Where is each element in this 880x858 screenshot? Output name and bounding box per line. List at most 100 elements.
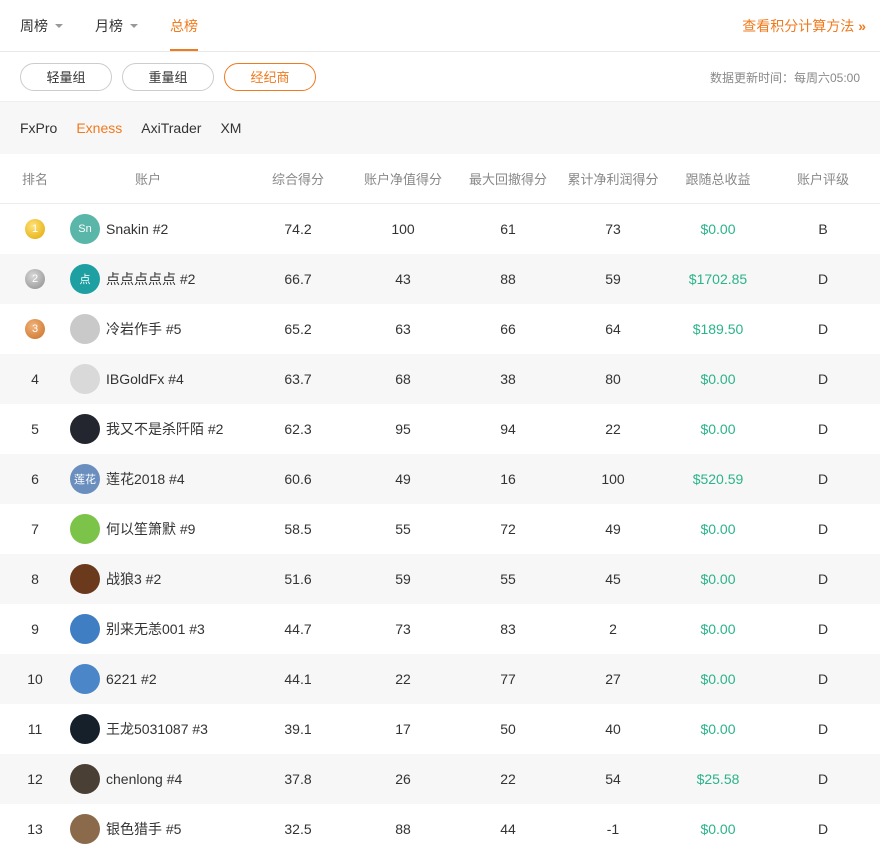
account-cell[interactable]: 点点点点点点 #2 <box>70 264 250 294</box>
grade-cell: D <box>817 721 829 737</box>
broker-exness[interactable]: Exness <box>76 120 122 136</box>
grade-cell: D <box>817 671 829 687</box>
account-cell[interactable]: Sn Snakin #2 <box>70 214 250 244</box>
table-row[interactable]: 4 IBGoldFx #4 63.7 68 38 80 $0.00 D <box>0 354 880 404</box>
group-heavy-button[interactable]: 重量组 <box>122 62 214 91</box>
grade-cell: D <box>817 571 829 587</box>
account-name[interactable]: 我又不是杀阡陌 #2 <box>106 419 223 439</box>
tab-overall-label: 总榜 <box>170 17 198 34</box>
avatar[interactable] <box>70 314 100 344</box>
account-cell[interactable]: 银色猎手 #5 <box>70 814 250 844</box>
drawdown-score-cell: 61 <box>500 221 516 237</box>
broker-xm[interactable]: XM <box>220 120 241 136</box>
avatar[interactable] <box>70 514 100 544</box>
drawdown-score-cell: 66 <box>500 321 516 337</box>
follow-profit-cell: $1702.85 <box>688 271 748 287</box>
grade-cell: B <box>818 221 828 237</box>
header-score: 综合得分 <box>271 172 324 187</box>
ranking-table: 排名 账户 综合得分 账户净值得分 最大回撤得分 累计净利润得分 跟随总收益 账… <box>0 154 880 854</box>
avatar[interactable]: 点 <box>70 264 100 294</box>
table-row[interactable]: 8 战狼3 #2 51.6 59 55 45 $0.00 D <box>0 554 880 604</box>
table-row[interactable]: 5 我又不是杀阡陌 #2 62.3 95 94 22 $0.00 D <box>0 404 880 454</box>
caret-down-icon <box>55 24 63 28</box>
tab-weekly[interactable]: 周榜 <box>20 0 63 51</box>
account-name[interactable]: chenlong #4 <box>106 771 182 787</box>
rank-cell: 4 <box>31 371 39 387</box>
account-cell[interactable]: 别来无恙001 #3 <box>70 614 250 644</box>
table-row[interactable]: 13 银色猎手 #5 32.5 88 44 -1 $0.00 D <box>0 804 880 854</box>
account-cell[interactable]: chenlong #4 <box>70 764 250 794</box>
score-cell: 63.7 <box>284 371 312 387</box>
drawdown-score-cell: 77 <box>500 671 516 687</box>
group-broker-button[interactable]: 经纪商 <box>224 62 316 91</box>
equity-score-cell: 88 <box>395 821 411 837</box>
avatar[interactable] <box>70 564 100 594</box>
profit-score-cell: 80 <box>605 371 621 387</box>
equity-score-cell: 68 <box>395 371 411 387</box>
avatar[interactable] <box>70 414 100 444</box>
account-cell[interactable]: 何以笙箫默 #9 <box>70 514 250 544</box>
avatar[interactable] <box>70 814 100 844</box>
broker-axitrader[interactable]: AxiTrader <box>141 120 201 136</box>
header-rank: 排名 <box>21 172 48 187</box>
grade-cell: D <box>817 271 829 287</box>
account-name[interactable]: Snakin #2 <box>106 221 168 237</box>
gold-medal-icon: 1 <box>25 219 45 239</box>
avatar[interactable]: 莲花 <box>70 464 100 494</box>
account-name[interactable]: 何以笙箫默 #9 <box>106 519 195 539</box>
account-cell[interactable]: IBGoldFx #4 <box>70 364 250 394</box>
table-row[interactable]: 7 何以笙箫默 #9 58.5 55 72 49 $0.00 D <box>0 504 880 554</box>
double-chevron-right-icon: » <box>858 18 866 34</box>
account-name[interactable]: 别来无恙001 #3 <box>106 619 205 639</box>
avatar[interactable] <box>70 764 100 794</box>
table-row[interactable]: 6 莲花 莲花2018 #4 60.6 49 16 100 $520.59 D <box>0 454 880 504</box>
account-name[interactable]: 王龙5031087 #3 <box>106 719 208 739</box>
profit-score-cell: 2 <box>609 621 617 637</box>
profit-score-cell: 27 <box>605 671 621 687</box>
account-cell[interactable]: 我又不是杀阡陌 #2 <box>70 414 250 444</box>
account-name[interactable]: 冷岩作手 #5 <box>106 319 181 339</box>
avatar[interactable] <box>70 714 100 744</box>
account-name[interactable]: 点点点点点 #2 <box>106 269 195 289</box>
account-name[interactable]: 银色猎手 #5 <box>106 819 181 839</box>
group-light-button[interactable]: 轻量组 <box>20 62 112 91</box>
account-cell[interactable]: 6221 #2 <box>70 664 250 694</box>
account-cell[interactable]: 冷岩作手 #5 <box>70 314 250 344</box>
table-row[interactable]: 9 别来无恙001 #3 44.7 73 83 2 $0.00 D <box>0 604 880 654</box>
table-row[interactable]: 2 点点点点点点 #2 66.7 43 88 59 $1702.85 D <box>0 254 880 304</box>
score-cell: 66.7 <box>284 271 312 287</box>
follow-profit-cell: $0.00 <box>700 221 736 237</box>
tab-monthly[interactable]: 月榜 <box>95 0 138 51</box>
account-name[interactable]: 6221 #2 <box>106 671 157 687</box>
avatar[interactable] <box>70 664 100 694</box>
grade-cell: D <box>817 821 829 837</box>
table-row[interactable]: 10 6221 #2 44.1 22 77 27 $0.00 D <box>0 654 880 704</box>
drawdown-score-cell: 50 <box>500 721 516 737</box>
table-row[interactable]: 3 冷岩作手 #5 65.2 63 66 64 $189.50 D <box>0 304 880 354</box>
account-name[interactable]: 莲花2018 #4 <box>106 469 185 489</box>
calc-link-label: 查看积分计算方法 <box>742 18 855 34</box>
table-row[interactable]: 1 Sn Snakin #2 74.2 100 61 73 $0.00 B <box>0 204 880 254</box>
rank-cell: 2 <box>0 269 70 289</box>
account-cell[interactable]: 莲花 莲花2018 #4 <box>70 464 250 494</box>
avatar[interactable] <box>70 364 100 394</box>
account-name[interactable]: 战狼3 #2 <box>106 569 161 589</box>
broker-fxpro[interactable]: FxPro <box>20 120 57 136</box>
header-equity-score: 账户净值得分 <box>363 172 442 187</box>
profit-score-cell: 64 <box>605 321 621 337</box>
table-row[interactable]: 11 王龙5031087 #3 39.1 17 50 40 $0.00 D <box>0 704 880 754</box>
header-grade: 账户评级 <box>796 172 849 187</box>
account-cell[interactable]: 王龙5031087 #3 <box>70 714 250 744</box>
avatar[interactable]: Sn <box>70 214 100 244</box>
equity-score-cell: 43 <box>395 271 411 287</box>
avatar[interactable] <box>70 614 100 644</box>
account-name[interactable]: IBGoldFx #4 <box>106 371 184 387</box>
grade-cell: D <box>817 771 829 787</box>
follow-profit-cell: $0.00 <box>700 621 736 637</box>
table-row[interactable]: 12 chenlong #4 37.8 26 22 54 $25.58 D <box>0 754 880 804</box>
tab-overall[interactable]: 总榜 <box>170 0 198 51</box>
equity-score-cell: 55 <box>395 521 411 537</box>
account-cell[interactable]: 战狼3 #2 <box>70 564 250 594</box>
profit-score-cell: 40 <box>605 721 621 737</box>
view-calc-method-link[interactable]: 查看积分计算方法 » <box>742 0 866 52</box>
